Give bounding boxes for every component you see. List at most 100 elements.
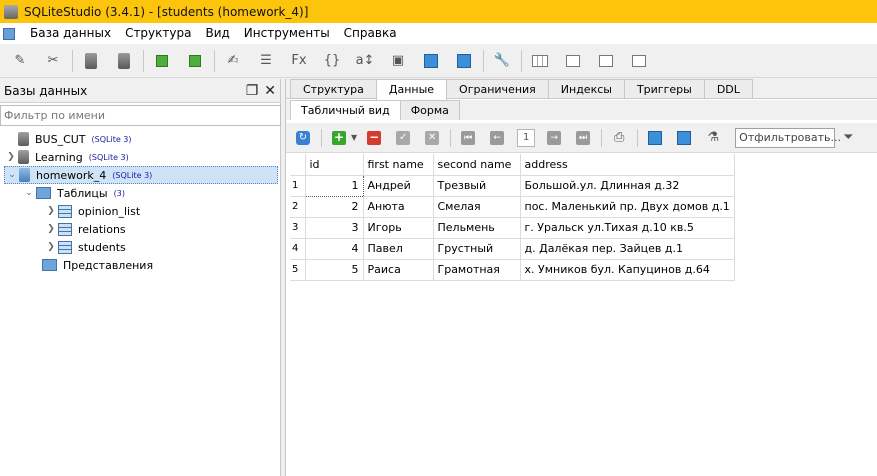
tab-constraints[interactable]: Ограничения — [446, 79, 549, 98]
last-page-button[interactable]: ⏭ — [574, 129, 592, 147]
subtab-form-view[interactable]: Форма — [399, 100, 460, 120]
cell-first-name[interactable]: Анюта — [363, 196, 434, 218]
column-header-first-name[interactable]: first name — [363, 154, 434, 176]
cell-address[interactable]: х. Умников бул. Капуцинов д.64 — [520, 259, 735, 281]
cell-id[interactable]: 1 — [304, 174, 364, 197]
window-menu-icon[interactable] — [3, 27, 15, 40]
cell-second-name[interactable]: Пельмень — [433, 217, 521, 239]
row-number[interactable]: 3 — [290, 217, 306, 239]
row-number[interactable]: 5 — [290, 259, 306, 281]
filter-icon[interactable]: ⏷ — [843, 130, 853, 145]
export-data-button[interactable] — [675, 129, 693, 147]
cell-address[interactable]: д. Далёкая пер. Зайцев д.1 — [520, 238, 735, 260]
tile-horizontal-button[interactable] — [594, 49, 618, 73]
tree-item-views[interactable]: Представления — [28, 256, 153, 274]
data-filter-input[interactable]: Отфильтровать... — [735, 127, 841, 148]
cell-address[interactable]: пос. Маленький пр. Двух домов д.1 — [520, 196, 735, 218]
tile-windows-button[interactable] — [528, 49, 552, 73]
tab-ddl[interactable]: DDL — [703, 79, 753, 98]
functions-button[interactable]: Fx — [287, 49, 311, 73]
menu-structure[interactable]: Структура — [118, 23, 198, 44]
tile-icon — [532, 54, 548, 67]
next-page-button[interactable]: → — [545, 129, 563, 147]
import-button[interactable] — [419, 49, 443, 73]
extensions-button[interactable]: {} — [320, 49, 344, 73]
column-header-address[interactable]: address — [520, 154, 735, 176]
cell-id[interactable]: 2 — [305, 196, 364, 218]
table-row: 4 4 Павел Грустный д. Далёкая пер. Зайце… — [290, 238, 735, 260]
page-number-field[interactable]: 1 — [517, 128, 536, 147]
cell-second-name[interactable]: Смелая — [433, 196, 521, 218]
new-table-button[interactable] — [150, 49, 174, 73]
export-button[interactable]: ▣ — [386, 49, 410, 73]
column-header-id[interactable]: id — [305, 154, 364, 176]
collations-button[interactable]: a↕ — [353, 49, 377, 73]
row-number[interactable]: 4 — [290, 238, 306, 260]
tab-triggers[interactable]: Триггеры — [623, 79, 705, 98]
tab-structure[interactable]: Структура — [290, 79, 377, 98]
menu-view[interactable]: Вид — [198, 23, 236, 44]
tree-item-opinion-list[interactable]: ❯ opinion_list — [44, 202, 140, 220]
menu-help[interactable]: Справка — [337, 23, 404, 44]
print-button[interactable]: ⎙ — [610, 129, 628, 147]
cell-first-name[interactable]: Раиса — [363, 259, 434, 281]
tree-item-relations[interactable]: ❯ relations — [44, 220, 126, 238]
column-header-second-name[interactable]: second name — [433, 154, 521, 176]
disconnect-db-button[interactable]: ✂ — [41, 49, 65, 73]
chevron-down-icon[interactable]: ▼ — [351, 133, 357, 142]
tile-vertical-button[interactable] — [561, 49, 585, 73]
row-number[interactable]: 1 — [290, 175, 306, 197]
expand-icon[interactable]: ❯ — [44, 242, 58, 252]
tree-item-tables[interactable]: ⌄ Таблицы (3) — [22, 184, 125, 202]
table-row: 2 2 Анюта Смелая пос. Маленький пр. Двух… — [290, 196, 735, 218]
cell-first-name[interactable]: Андрей — [363, 175, 434, 197]
add-db-button[interactable] — [79, 49, 103, 73]
tree-item-bus-cut[interactable]: BUS_CUT (SQLite 3) — [4, 130, 132, 148]
insert-row-button[interactable]: + — [330, 129, 348, 147]
rollback-button[interactable]: ✕ — [423, 129, 441, 147]
prev-page-button[interactable]: ← — [488, 129, 506, 147]
expand-icon[interactable]: ❯ — [44, 206, 58, 216]
cell-first-name[interactable]: Павел — [363, 238, 434, 260]
expand-icon[interactable]: ❯ — [4, 152, 18, 162]
settings-button[interactable]: 🔧 — [490, 49, 514, 73]
connect-db-button[interactable]: ✎ — [8, 49, 32, 73]
commit-button[interactable]: ✓ — [394, 129, 412, 147]
cell-id[interactable]: 3 — [305, 217, 364, 239]
db-filter-input[interactable] — [0, 105, 281, 126]
history-button[interactable]: ☰ — [254, 49, 278, 73]
collapse-icon[interactable]: ⌄ — [5, 170, 19, 180]
first-page-button[interactable]: ⏮ — [459, 129, 477, 147]
cascade-button[interactable] — [627, 49, 651, 73]
cell-address[interactable]: Большой.ул. Длинная д.32 — [520, 175, 735, 197]
populate-data-button[interactable]: ⚗ — [704, 129, 722, 147]
cell-id[interactable]: 4 — [305, 238, 364, 260]
menu-database[interactable]: База данных — [23, 23, 118, 44]
cell-second-name[interactable]: Трезвый — [433, 175, 521, 197]
row-number[interactable]: 2 — [290, 196, 306, 218]
edit-db-button[interactable] — [112, 49, 136, 73]
collapse-icon[interactable]: ⌄ — [22, 188, 36, 198]
sql-editor-button[interactable]: ✍ — [221, 49, 245, 73]
menu-tools[interactable]: Инструменты — [237, 23, 337, 44]
tab-indexes[interactable]: Индексы — [547, 79, 625, 98]
cell-second-name[interactable]: Грамотная — [433, 259, 521, 281]
refresh-button[interactable]: ↻ — [294, 129, 312, 147]
restore-panel-icon[interactable]: ❐ — [246, 83, 259, 99]
cell-first-name[interactable]: Игорь — [363, 217, 434, 239]
tree-item-learning[interactable]: ❯ Learning (SQLite 3) — [4, 148, 129, 166]
tab-data[interactable]: Данные — [375, 79, 448, 100]
expand-icon[interactable]: ❯ — [44, 224, 58, 234]
new-index-button[interactable] — [183, 49, 207, 73]
import-data-button[interactable] — [646, 129, 664, 147]
cell-second-name[interactable]: Грустный — [433, 238, 521, 260]
tree-item-homework-4[interactable]: ⌄ homework_4 (SQLite 3) — [4, 166, 278, 184]
tree-item-students[interactable]: ❯ students — [44, 238, 126, 256]
cell-id[interactable]: 5 — [305, 259, 364, 281]
tree-item-badge: (SQLite 3) — [91, 134, 132, 144]
subtab-grid-view[interactable]: Табличный вид — [290, 100, 401, 120]
populate-button[interactable] — [452, 49, 476, 73]
close-panel-icon[interactable]: ✕ — [264, 83, 276, 99]
cell-address[interactable]: г. Уральск ул.Тихая д.10 кв.5 — [520, 217, 735, 239]
delete-row-button[interactable]: − — [365, 129, 383, 147]
